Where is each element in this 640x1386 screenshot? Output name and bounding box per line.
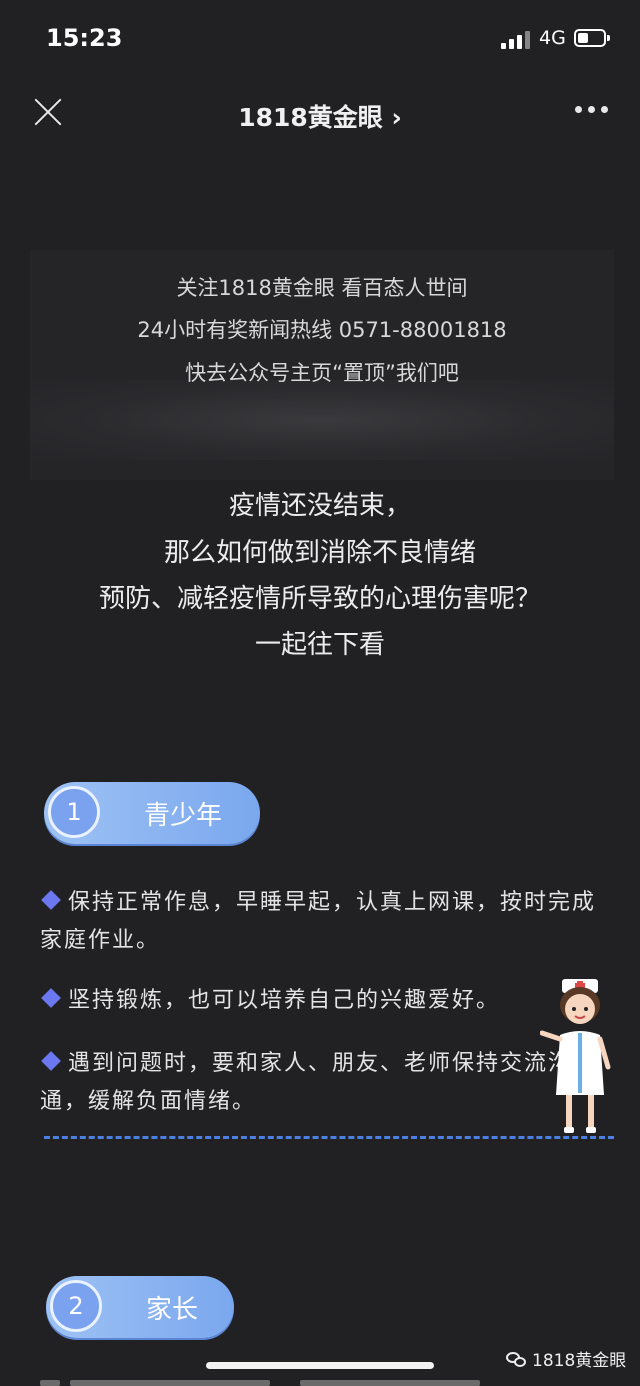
diamond-bullet-icon [41,890,61,910]
follow-banner: 关注1818黄金眼 看百态人世间 24小时有奖新闻热线 0571-8800181… [30,250,614,480]
scrolled-off-text: ▁▁▁▁▁▁▁▁ [30,134,165,154]
intro-line: 预防、减轻疫情所导致的心理伤害呢？ [98,584,541,614]
diamond-bullet-icon [41,1051,61,1071]
more-icon[interactable] [575,106,609,116]
diamond-bullet-icon [41,988,61,1008]
watermark: 1818黄金眼 [506,1346,626,1371]
scrolled-off-text [40,1378,620,1386]
section-title: 青少年 [144,801,223,831]
signal-icon [501,31,531,49]
intro-line: 一起往下看 [254,630,385,660]
intro-line: 疫情还没结束， [228,491,411,521]
follow-line: 关注1818黄金眼 看百态人世间 [176,276,468,300]
list-item: 坚持锻炼，也可以培养自己的兴趣爱好。 [40,982,612,1020]
section-title: 家长 [146,1295,199,1325]
list-item: 保持正常作息，早睡早起，认真上网课，按时完成家庭作业。 [40,890,597,953]
wechat-icon [506,1352,528,1368]
home-indicator[interactable] [206,1362,434,1369]
battery-icon [574,29,610,47]
section-number: 1 [48,786,100,838]
section-divider [44,1136,614,1139]
blurred-image [30,380,614,460]
follow-line: 快去公众号主页“置顶”我们吧 [185,361,459,385]
intro-line: 那么如何做到消除不良情绪 [163,538,476,568]
network-label: 4G [539,27,566,49]
status-time: 15:23 [46,24,123,52]
status-bar: 15:23 4G [0,0,640,80]
nurse-illustration [540,979,611,1133]
section-header-parents: 2 家长 [46,1276,234,1338]
section-header-teens: 1 青少年 [44,782,260,844]
account-title[interactable]: 1818黄金眼 › [0,98,640,134]
list-item: 遇到问题时，要和家人、朋友、老师保持交流沟通，缓解负面情绪。 [40,1051,573,1114]
follow-line: 24小时有奖新闻热线 0571-88001818 [137,318,507,342]
section-number: 2 [50,1280,102,1332]
